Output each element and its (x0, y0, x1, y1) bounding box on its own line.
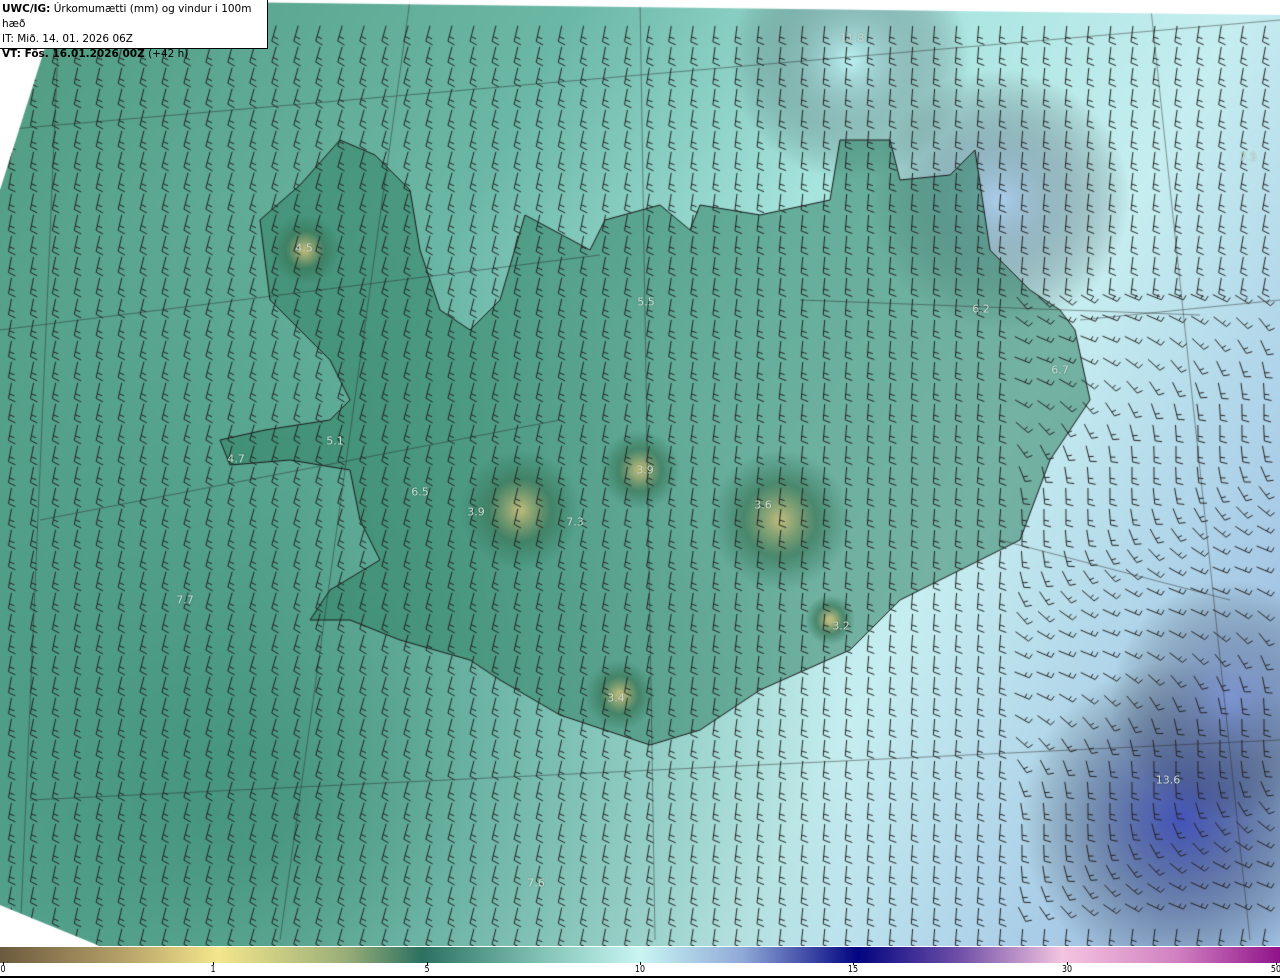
colorbar (0, 947, 1280, 963)
colorbar-tick-label: 1 (210, 964, 216, 975)
map-value-label: 5.5 (637, 295, 655, 309)
valid-time: VT: Fös. 16.01.2026 00Z (2, 48, 145, 60)
colorbar-tick-label: 15 (848, 964, 859, 975)
map-value-label: 7.3 (566, 515, 584, 529)
model-name: UWC/IG: (2, 3, 51, 15)
colorbar-tick-label: 30 (1061, 964, 1072, 975)
lead-time: (+42 h) (148, 48, 189, 60)
init-time: IT: Mið. 14. 01. 2026 06Z (2, 33, 133, 45)
map-value-label: 7.6 (527, 876, 545, 890)
map-value-label: 6.7 (1051, 363, 1069, 377)
map-value-label: 4.5 (295, 241, 313, 255)
colorbar-tick (426, 962, 428, 965)
weather-map-view: 11.8 7.5 4.5 5.5 6.2 6.7 5.1 4.7 6.5 3.9 3.9 7.3 3.6… (0, 0, 1280, 978)
map-header: UWC/IG: Úrkomumætti (mm) og vindur i 100… (0, 0, 268, 60)
colorbar-tick-label: 50 (1270, 964, 1280, 975)
colorbar-tick (1276, 962, 1277, 965)
map-value-label: 13.6 (1155, 773, 1181, 787)
colorbar-tick (1066, 962, 1068, 965)
map-value-label: 7.5 (1239, 150, 1257, 164)
colorbar-tick-label: 10 (634, 964, 646, 975)
colorbar-tick (213, 962, 215, 965)
colorbar-tick (853, 962, 855, 965)
map-value-label: 3.6 (754, 498, 772, 512)
map-value-label: 3.9 (636, 463, 654, 477)
colorbar-tick (640, 962, 641, 965)
map-value-label: 3.4 (607, 691, 625, 705)
map-value-label: 4.7 (227, 452, 245, 466)
map-value-label: 3.9 (467, 505, 485, 519)
map-value-label: 6.5 (411, 485, 429, 499)
colorbar-tick-label: 0 (0, 964, 6, 975)
colorbar-tick-label: 5 (424, 964, 430, 975)
colorbar-tick (3, 962, 4, 965)
map-value-label: 3.2 (832, 619, 850, 633)
map-value-label: 7.7 (176, 593, 194, 607)
map-value-label: 11.8 (839, 31, 865, 45)
map-value-label: 5.1 (326, 434, 344, 448)
map-value-label: 6.2 (972, 302, 990, 316)
